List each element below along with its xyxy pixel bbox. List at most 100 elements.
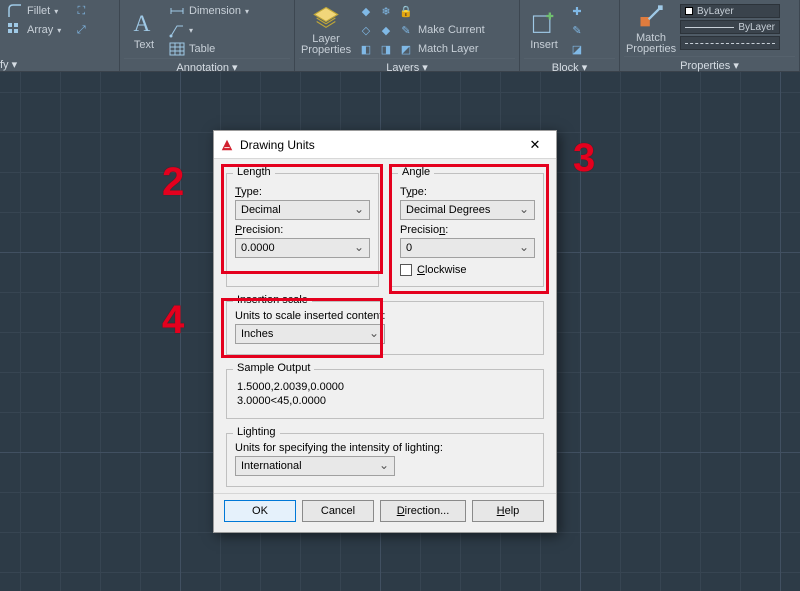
modify-misc-1[interactable]: ⛶ [70, 2, 92, 20]
angle-group: Angle Type: Decimal Degrees Precision: 0… [391, 173, 544, 287]
match-layer-icon: ◧ [358, 41, 374, 57]
block-attr-button[interactable]: ◪ [566, 40, 588, 58]
layers-icon [312, 4, 340, 32]
text-icon: A [130, 9, 158, 37]
dialog-buttons: OK Cancel Direction... Help [214, 493, 556, 532]
lighting-units-select[interactable]: International [235, 456, 395, 476]
lighting-legend: Lighting [233, 426, 280, 438]
help-button[interactable]: Help [472, 500, 544, 522]
angle-type-select[interactable]: Decimal Degrees [400, 200, 535, 220]
match-properties-button[interactable]: MatchProperties [624, 2, 678, 56]
text-button[interactable]: A Text [124, 2, 164, 58]
length-type-select[interactable]: Decimal [235, 200, 370, 220]
length-group: Length Type: Decimal Precision: 0.0000 [226, 173, 379, 287]
drawing-units-dialog: Drawing Units ✕ Length Type: Decimal Pre… [213, 130, 557, 533]
array-button[interactable]: Array ▾ [4, 21, 64, 39]
match-layer-icon3: ◩ [398, 41, 414, 57]
make-current-icon2: ◆ [378, 22, 394, 38]
lighting-value: International [241, 460, 302, 472]
insert-label: Insert [530, 39, 558, 51]
app-icon [220, 138, 234, 152]
lineweight-swatch[interactable]: ByLayer [680, 20, 780, 34]
layer-lock-icon: 🔒 [398, 3, 414, 19]
cancel-label: Cancel [321, 505, 355, 517]
dimension-button[interactable]: Dimension ▾ [166, 2, 290, 20]
edit-icon: ✎ [569, 22, 585, 38]
make-current-button[interactable]: ◇ ◆ ✎ Make Current [355, 21, 515, 39]
insert-button[interactable]: Insert [524, 2, 564, 58]
length-type-value: Decimal [241, 204, 281, 216]
panel-properties: MatchProperties ByLayer ByLayer Properti… [620, 0, 800, 71]
dimension-label: Dimension [189, 5, 241, 17]
match-layer-button[interactable]: ◧ ◨ ◩ Match Layer [355, 40, 515, 58]
lighting-group: Lighting Units for specifying the intens… [226, 433, 544, 487]
match-layer-icon2: ◨ [378, 41, 394, 57]
sample-legend: Sample Output [233, 362, 314, 374]
block-create-button[interactable]: ✚ [566, 2, 588, 20]
attr-icon: ◪ [569, 41, 585, 57]
ribbon: Fillet ▾ Array ▾ ⛶ ⤢ fy ▾ . [0, 0, 800, 72]
layer-freeze-icon: ❄ [378, 3, 394, 19]
titlebar[interactable]: Drawing Units ✕ [214, 131, 556, 159]
color-label: ByLayer [697, 6, 734, 17]
modify-misc-2[interactable]: ⤢ [70, 21, 92, 39]
layer-properties-button[interactable]: LayerProperties [299, 2, 353, 58]
help-label: Help [497, 505, 520, 517]
make-current-icon: ◇ [358, 22, 374, 38]
angle-type-value: Decimal Degrees [406, 204, 490, 216]
clockwise-checkbox[interactable] [400, 264, 412, 276]
array-label: Array [27, 24, 53, 36]
panel-title-modify[interactable]: fy ▾ [0, 58, 17, 71]
block-edit-button[interactable]: ✎ [566, 21, 588, 39]
dimension-icon [169, 3, 185, 19]
angle-precision-label: Precision: [400, 224, 535, 236]
direction-button[interactable]: Direction... [380, 500, 466, 522]
text-label: Text [134, 39, 154, 51]
table-icon [169, 41, 185, 57]
layer-tool-1[interactable]: ◆❄🔒 [355, 2, 515, 20]
insertion-value: Inches [241, 328, 273, 340]
length-precision-select[interactable]: 0.0000 [235, 238, 370, 258]
length-legend: Length [233, 166, 275, 178]
panel-layers: LayerProperties ◆❄🔒 ◇ ◆ ✎ Make Current ◧… [295, 0, 520, 71]
linetype-swatch[interactable] [680, 36, 780, 50]
clockwise-label: Clockwise [417, 264, 467, 276]
dialog-title: Drawing Units [240, 138, 514, 152]
color-swatch[interactable]: ByLayer [680, 4, 780, 18]
panel-block: Insert ✚ ✎ ◪ Block ▾ [520, 0, 620, 71]
make-current-label: Make Current [418, 24, 485, 36]
table-button[interactable]: Table [166, 40, 290, 58]
ok-label: OK [252, 505, 268, 517]
fillet-icon [7, 3, 23, 19]
layer-off-icon: ◆ [358, 3, 374, 19]
fillet-label: Fillet [27, 5, 50, 17]
match-properties-label: MatchProperties [626, 33, 676, 55]
panel-modify: Fillet ▾ Array ▾ ⛶ ⤢ fy ▾ . [0, 0, 120, 71]
angle-precision-select[interactable]: 0 [400, 238, 535, 258]
insertion-legend: Insertion scale [233, 294, 312, 306]
sample-line-2: 3.0000<45,0.0000 [237, 394, 535, 408]
panel-annotation: A Text Dimension ▾ ▾ [120, 0, 295, 71]
insertion-label: Units to scale inserted content: [235, 310, 535, 322]
angle-legend: Angle [398, 166, 434, 178]
scale-icon: ⤢ [73, 22, 89, 38]
close-button[interactable]: ✕ [520, 134, 550, 156]
array-icon [7, 22, 23, 38]
insert-icon [530, 9, 558, 37]
match-layer-label: Match Layer [418, 43, 479, 55]
fillet-button[interactable]: Fillet ▾ [4, 2, 64, 20]
layer-properties-label: LayerProperties [301, 34, 351, 56]
cancel-button[interactable]: Cancel [302, 500, 374, 522]
length-precision-label: Precision: [235, 224, 370, 236]
insertion-units-select[interactable]: Inches [235, 324, 385, 344]
make-current-icon3: ✎ [398, 22, 414, 38]
leader-button[interactable]: ▾ [166, 21, 290, 39]
angle-precision-value: 0 [406, 242, 412, 254]
lineweight-label: ByLayer [738, 22, 775, 33]
insertion-scale-group: Insertion scale Units to scale inserted … [226, 301, 544, 355]
direction-label: Direction... [397, 505, 450, 517]
create-icon: ✚ [569, 3, 585, 19]
table-label: Table [189, 43, 215, 55]
leader-icon [169, 22, 185, 38]
ok-button[interactable]: OK [224, 500, 296, 522]
